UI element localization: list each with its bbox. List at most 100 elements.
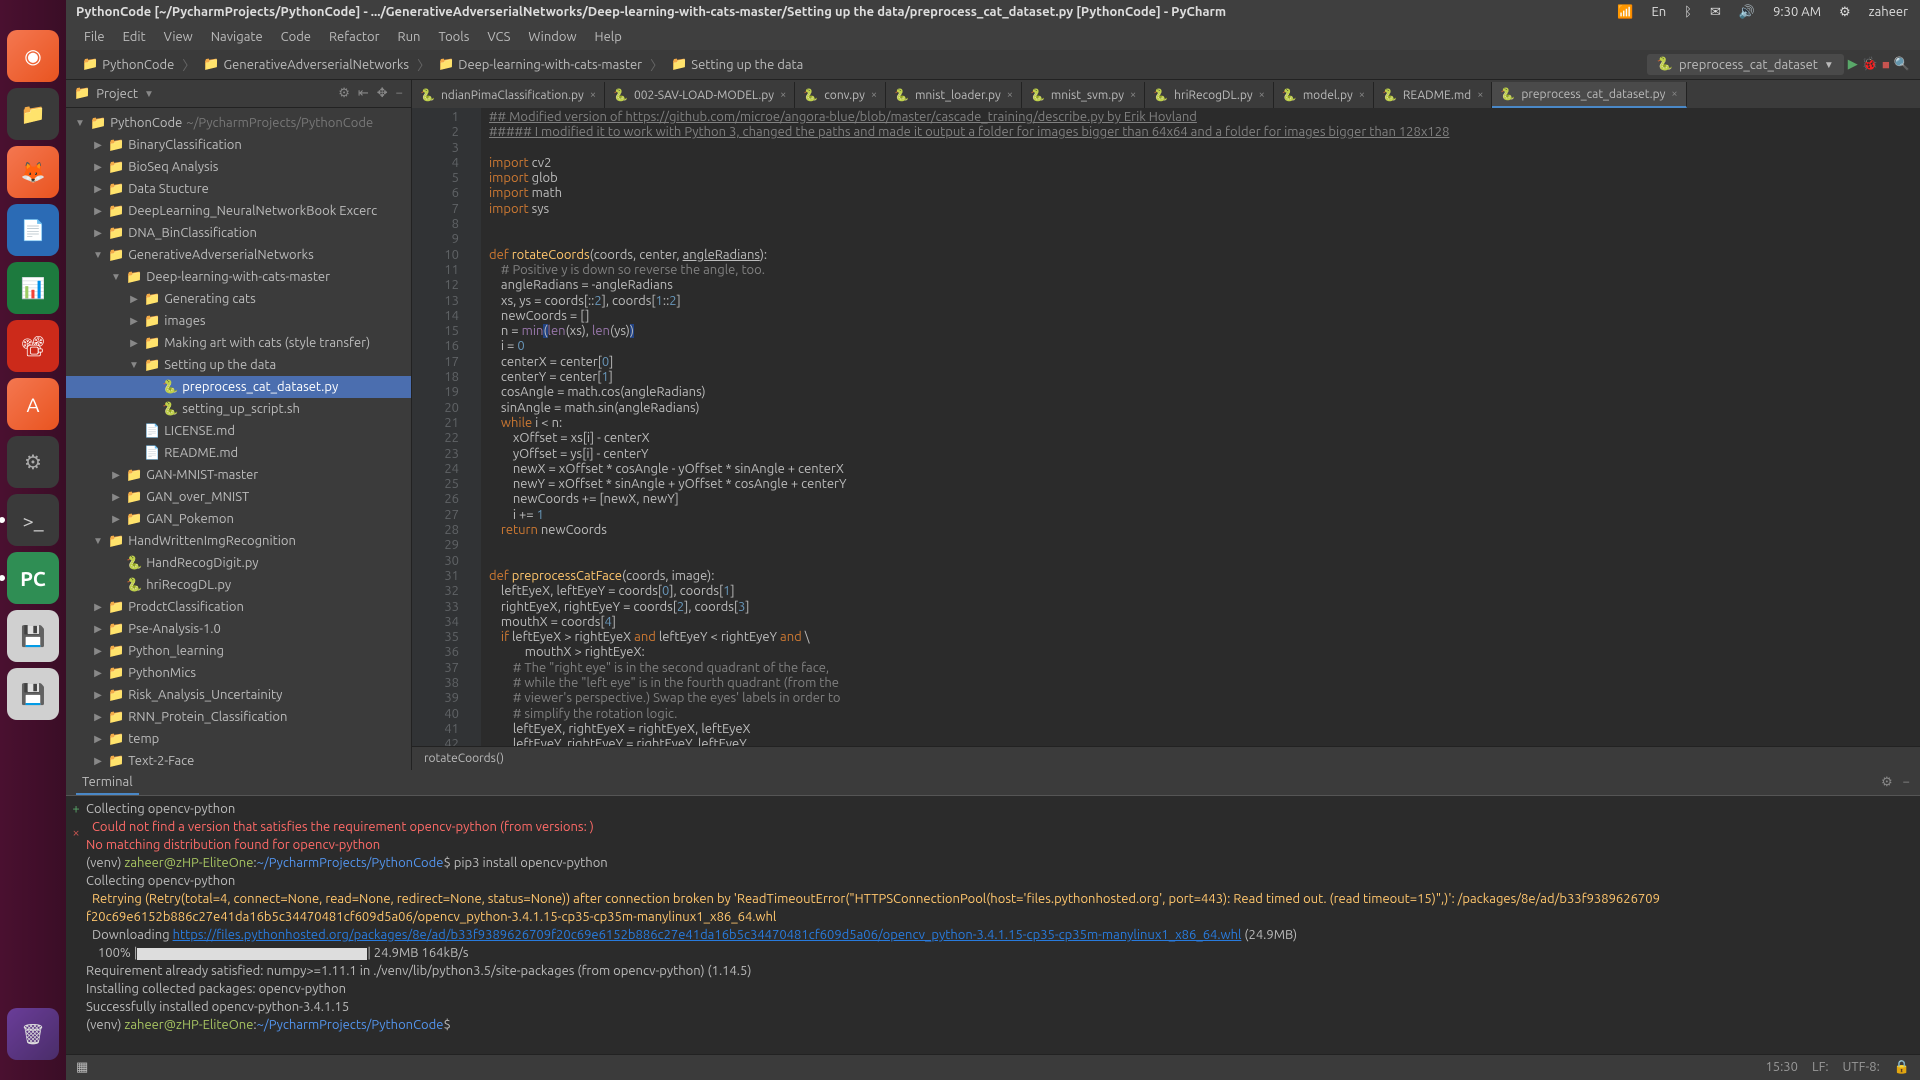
tree-item[interactable]: ▶📁Making art with cats (style transfer) <box>66 332 411 354</box>
tree-item[interactable]: 📄README.md <box>66 442 411 464</box>
project-settings-icon[interactable]: ⚙ <box>338 86 350 101</box>
editor-tab[interactable]: 🐍hriRecogDL.py× <box>1145 82 1274 108</box>
tree-item[interactable]: 🐍setting_up_script.sh <box>66 398 411 420</box>
tree-item[interactable]: ▼📁GenerativeAdverserialNetworks <box>66 244 411 266</box>
launcher-terminal-icon[interactable]: >_ <box>7 494 59 546</box>
tree-item[interactable]: 🐍HandRecogDigit.py <box>66 552 411 574</box>
tree-item[interactable]: ▶📁Data Stucture <box>66 178 411 200</box>
bluetooth-icon[interactable]: ᛒ <box>1684 5 1692 19</box>
collapse-all-icon[interactable]: ⇤ <box>358 86 369 101</box>
clock[interactable]: 9:30 AM <box>1773 5 1821 19</box>
launcher-dash-icon[interactable]: ◉ <box>7 30 59 82</box>
menu-help[interactable]: Help <box>587 27 630 47</box>
editor-breadcrumb[interactable]: rotateCoords() <box>412 746 1920 770</box>
terminal-settings-icon[interactable]: ⚙ <box>1881 775 1893 790</box>
launcher-drive2-icon[interactable]: 💾 <box>7 668 59 720</box>
menu-code[interactable]: Code <box>273 27 319 47</box>
hide-tool-icon[interactable]: − <box>396 86 403 101</box>
new-session-icon[interactable]: + <box>72 802 79 816</box>
debug-button-icon[interactable]: 🐞 <box>1862 57 1878 72</box>
breadcrumb-item[interactable]: 📁Deep-learning-with-cats-master <box>432 55 648 74</box>
close-tab-icon[interactable]: × <box>780 89 786 101</box>
editor-tab[interactable]: 🐍002-SAV-LOAD-MODEL.py× <box>605 82 795 108</box>
tree-item[interactable]: ▶📁ProdctClassification <box>66 596 411 618</box>
breadcrumb-item[interactable]: 📁Setting up the data <box>665 55 809 74</box>
menu-tools[interactable]: Tools <box>430 27 477 47</box>
git-branch-icon[interactable]: 🔒 <box>1894 1060 1910 1075</box>
volume-icon[interactable]: 🔊 <box>1739 5 1755 20</box>
menu-file[interactable]: File <box>76 27 113 47</box>
menu-refactor[interactable]: Refactor <box>321 27 388 47</box>
mail-icon[interactable]: ✉ <box>1710 5 1721 20</box>
launcher-writer-icon[interactable]: 📄 <box>7 204 59 256</box>
menu-navigate[interactable]: Navigate <box>203 27 271 47</box>
menu-vcs[interactable]: VCS <box>479 27 518 47</box>
tree-item[interactable]: 📄LICENSE.md <box>66 420 411 442</box>
tree-item[interactable]: ▼📁PythonCode ~/PycharmProjects/PythonCod… <box>66 112 411 134</box>
tree-item[interactable]: ▶📁PythonMics <box>66 662 411 684</box>
file-encoding[interactable]: UTF-8: <box>1843 1060 1880 1075</box>
tree-item[interactable]: ▶📁Risk_Analysis_Uncertainity <box>66 684 411 706</box>
close-tab-icon[interactable]: × <box>1477 89 1483 101</box>
launcher-calc-icon[interactable]: 📊 <box>7 262 59 314</box>
terminal-tab-label[interactable]: Terminal <box>76 771 139 795</box>
tree-item[interactable]: ▶📁Python_learning <box>66 640 411 662</box>
run-config-selector[interactable]: 🐍 preprocess_cat_dataset ▼ <box>1647 54 1844 75</box>
tree-item[interactable]: ▶📁BioSeq Analysis <box>66 156 411 178</box>
tree-item[interactable]: ▶📁GAN-MNIST-master <box>66 464 411 486</box>
editor-tab[interactable]: 🐍ndianPimaClassification.py× <box>412 82 605 108</box>
code-editor[interactable]: 1234567891011121314151617181920212223242… <box>412 108 1920 746</box>
wifi-icon[interactable]: 📶 <box>1617 5 1633 20</box>
run-button-icon[interactable]: ▶ <box>1848 57 1858 72</box>
launcher-firefox-icon[interactable]: 🦊 <box>7 146 59 198</box>
search-everywhere-icon[interactable]: 🔍 <box>1894 57 1910 72</box>
tree-item[interactable]: ▶📁images <box>66 310 411 332</box>
menu-view[interactable]: View <box>156 27 201 47</box>
close-tab-icon[interactable]: × <box>1259 89 1265 101</box>
tree-item[interactable]: 🐍hriRecogDL.py <box>66 574 411 596</box>
launcher-drive1-icon[interactable]: 💾 <box>7 610 59 662</box>
stop-button-icon[interactable]: ■ <box>1882 57 1890 72</box>
tree-item[interactable]: ▶📁BinaryClassification <box>66 134 411 156</box>
editor-tab[interactable]: 🐍model.py× <box>1274 82 1374 108</box>
editor-tab[interactable]: 🐍mnist_loader.py× <box>886 82 1022 108</box>
user-name[interactable]: zaheer <box>1869 5 1908 19</box>
breadcrumb-item[interactable]: 📁PythonCode <box>76 55 180 74</box>
power-icon[interactable]: ⚙ <box>1839 5 1851 20</box>
status-tool-windows-icon[interactable]: ▦ <box>76 1060 88 1075</box>
tree-item[interactable]: ▶📁GAN_Pokemon <box>66 508 411 530</box>
terminal-output[interactable]: Collecting opencv-python Could not find … <box>86 796 1920 1054</box>
tree-item[interactable]: 🐍preprocess_cat_dataset.py <box>66 376 411 398</box>
launcher-impress-icon[interactable]: 📽 <box>7 320 59 372</box>
tree-item[interactable]: ▼📁Deep-learning-with-cats-master <box>66 266 411 288</box>
close-tab-icon[interactable]: × <box>1007 89 1013 101</box>
launcher-settings-icon[interactable]: ⚙ <box>7 436 59 488</box>
terminal-hide-icon[interactable]: − <box>1903 775 1910 790</box>
launcher-trash-icon[interactable]: 🗑 <box>7 1008 59 1060</box>
tree-item[interactable]: ▶📁Text-2-Face <box>66 750 411 770</box>
breadcrumb-item[interactable]: 📁GenerativeAdverserialNetworks <box>197 55 415 74</box>
editor-tab[interactable]: 🐍mnist_svm.py× <box>1022 82 1145 108</box>
tree-item[interactable]: ▶📁Generating cats <box>66 288 411 310</box>
tree-item[interactable]: ▶📁DeepLearning_NeuralNetworkBook Excerc <box>66 200 411 222</box>
keyboard-indicator[interactable]: En <box>1651 5 1666 19</box>
tree-item[interactable]: ▼📁Setting up the data <box>66 354 411 376</box>
launcher-files-icon[interactable]: 📁 <box>7 88 59 140</box>
tree-item[interactable]: ▶📁GAN_over_MNIST <box>66 486 411 508</box>
tree-item[interactable]: ▶📁DNA_BinClassification <box>66 222 411 244</box>
project-tree[interactable]: ▼📁PythonCode ~/PycharmProjects/PythonCod… <box>66 108 411 770</box>
close-tab-icon[interactable]: × <box>590 89 596 101</box>
close-tab-icon[interactable]: × <box>1359 89 1365 101</box>
tree-item[interactable]: ▶📁temp <box>66 728 411 750</box>
tree-item[interactable]: ▼📁HandWrittenImgRecognition <box>66 530 411 552</box>
editor-tab[interactable]: 🐍preprocess_cat_dataset.py× <box>1492 82 1686 108</box>
launcher-software-icon[interactable]: A <box>7 378 59 430</box>
launcher-pycharm-icon[interactable]: PC <box>7 552 59 604</box>
close-session-icon[interactable]: × <box>72 826 79 840</box>
menu-edit[interactable]: Edit <box>115 27 154 47</box>
menu-window[interactable]: Window <box>520 27 584 47</box>
editor-tab[interactable]: 🐍README.md× <box>1374 82 1492 108</box>
line-separator[interactable]: LF: <box>1812 1060 1829 1075</box>
code-content[interactable]: ## Modified version of https://github.co… <box>481 108 1920 746</box>
editor-tab[interactable]: 🐍conv.py× <box>795 82 886 108</box>
